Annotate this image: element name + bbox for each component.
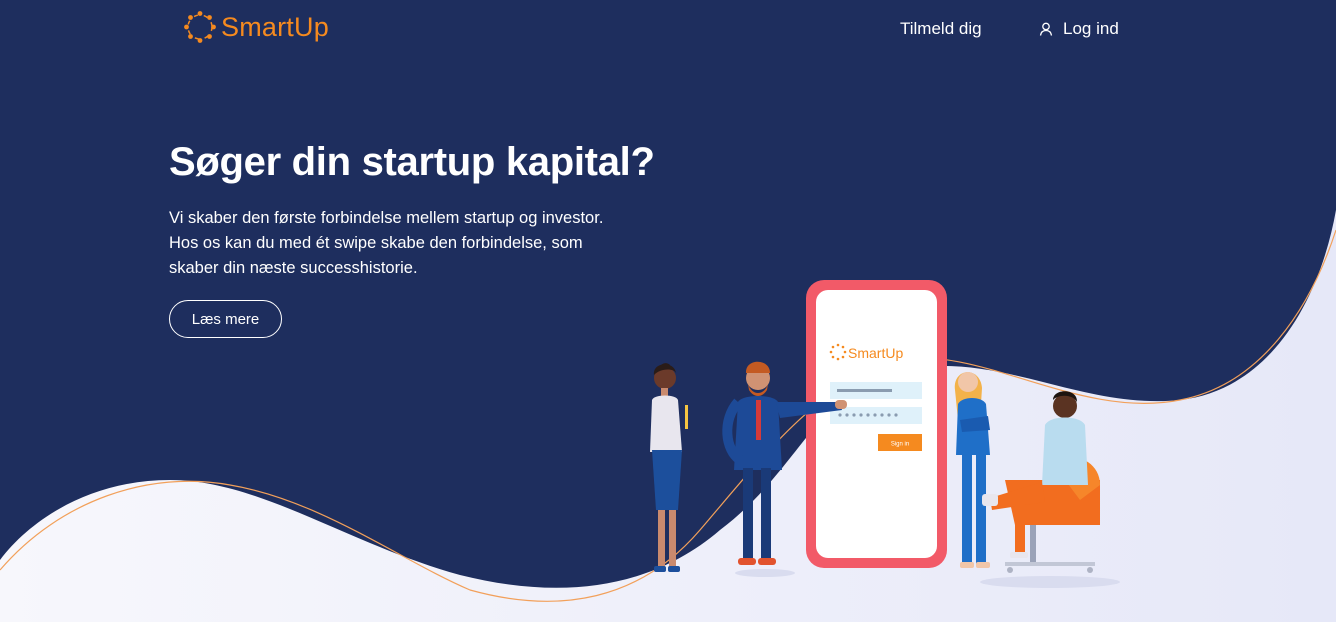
brand-logo[interactable]: SmartUp (183, 10, 329, 44)
hero-line-3: skaber din næste successhistorie. (169, 259, 418, 277)
read-more-button[interactable]: Læs mere (169, 300, 282, 338)
woman-with-pen-figure (650, 363, 688, 572)
ground-shadow (735, 569, 795, 577)
seated-man-figure (982, 391, 1100, 573)
signup-link[interactable]: Tilmeld dig (900, 19, 982, 39)
hero-description: Vi skaber den første forbindelse mellem … (169, 206, 669, 281)
login-label: Log ind (1063, 19, 1119, 38)
hero-line-1: Vi skaber den første forbindelse mellem … (169, 209, 604, 227)
hero-line-2: Hos os kan du med ét swipe skabe den for… (169, 234, 583, 252)
phone-illustration: SmartUp Sign in (806, 280, 947, 568)
login-link[interactable]: Log ind (1038, 19, 1119, 39)
phone-brand-name: SmartUp (848, 345, 903, 361)
phone-signin-label: Sign in (891, 442, 909, 448)
hero-title: Søger din startup kapital? (169, 140, 655, 184)
user-icon (1039, 22, 1053, 36)
brand-name: SmartUp (221, 11, 329, 42)
woman-arms-crossed-figure (954, 372, 990, 568)
startup-investor-illustration: SmartUp Sign in (650, 280, 1120, 588)
top-navbar: SmartUp Tilmeld dig Log ind (0, 0, 1336, 58)
smartup-ring-icon (184, 11, 216, 43)
ground-shadow (980, 576, 1120, 588)
